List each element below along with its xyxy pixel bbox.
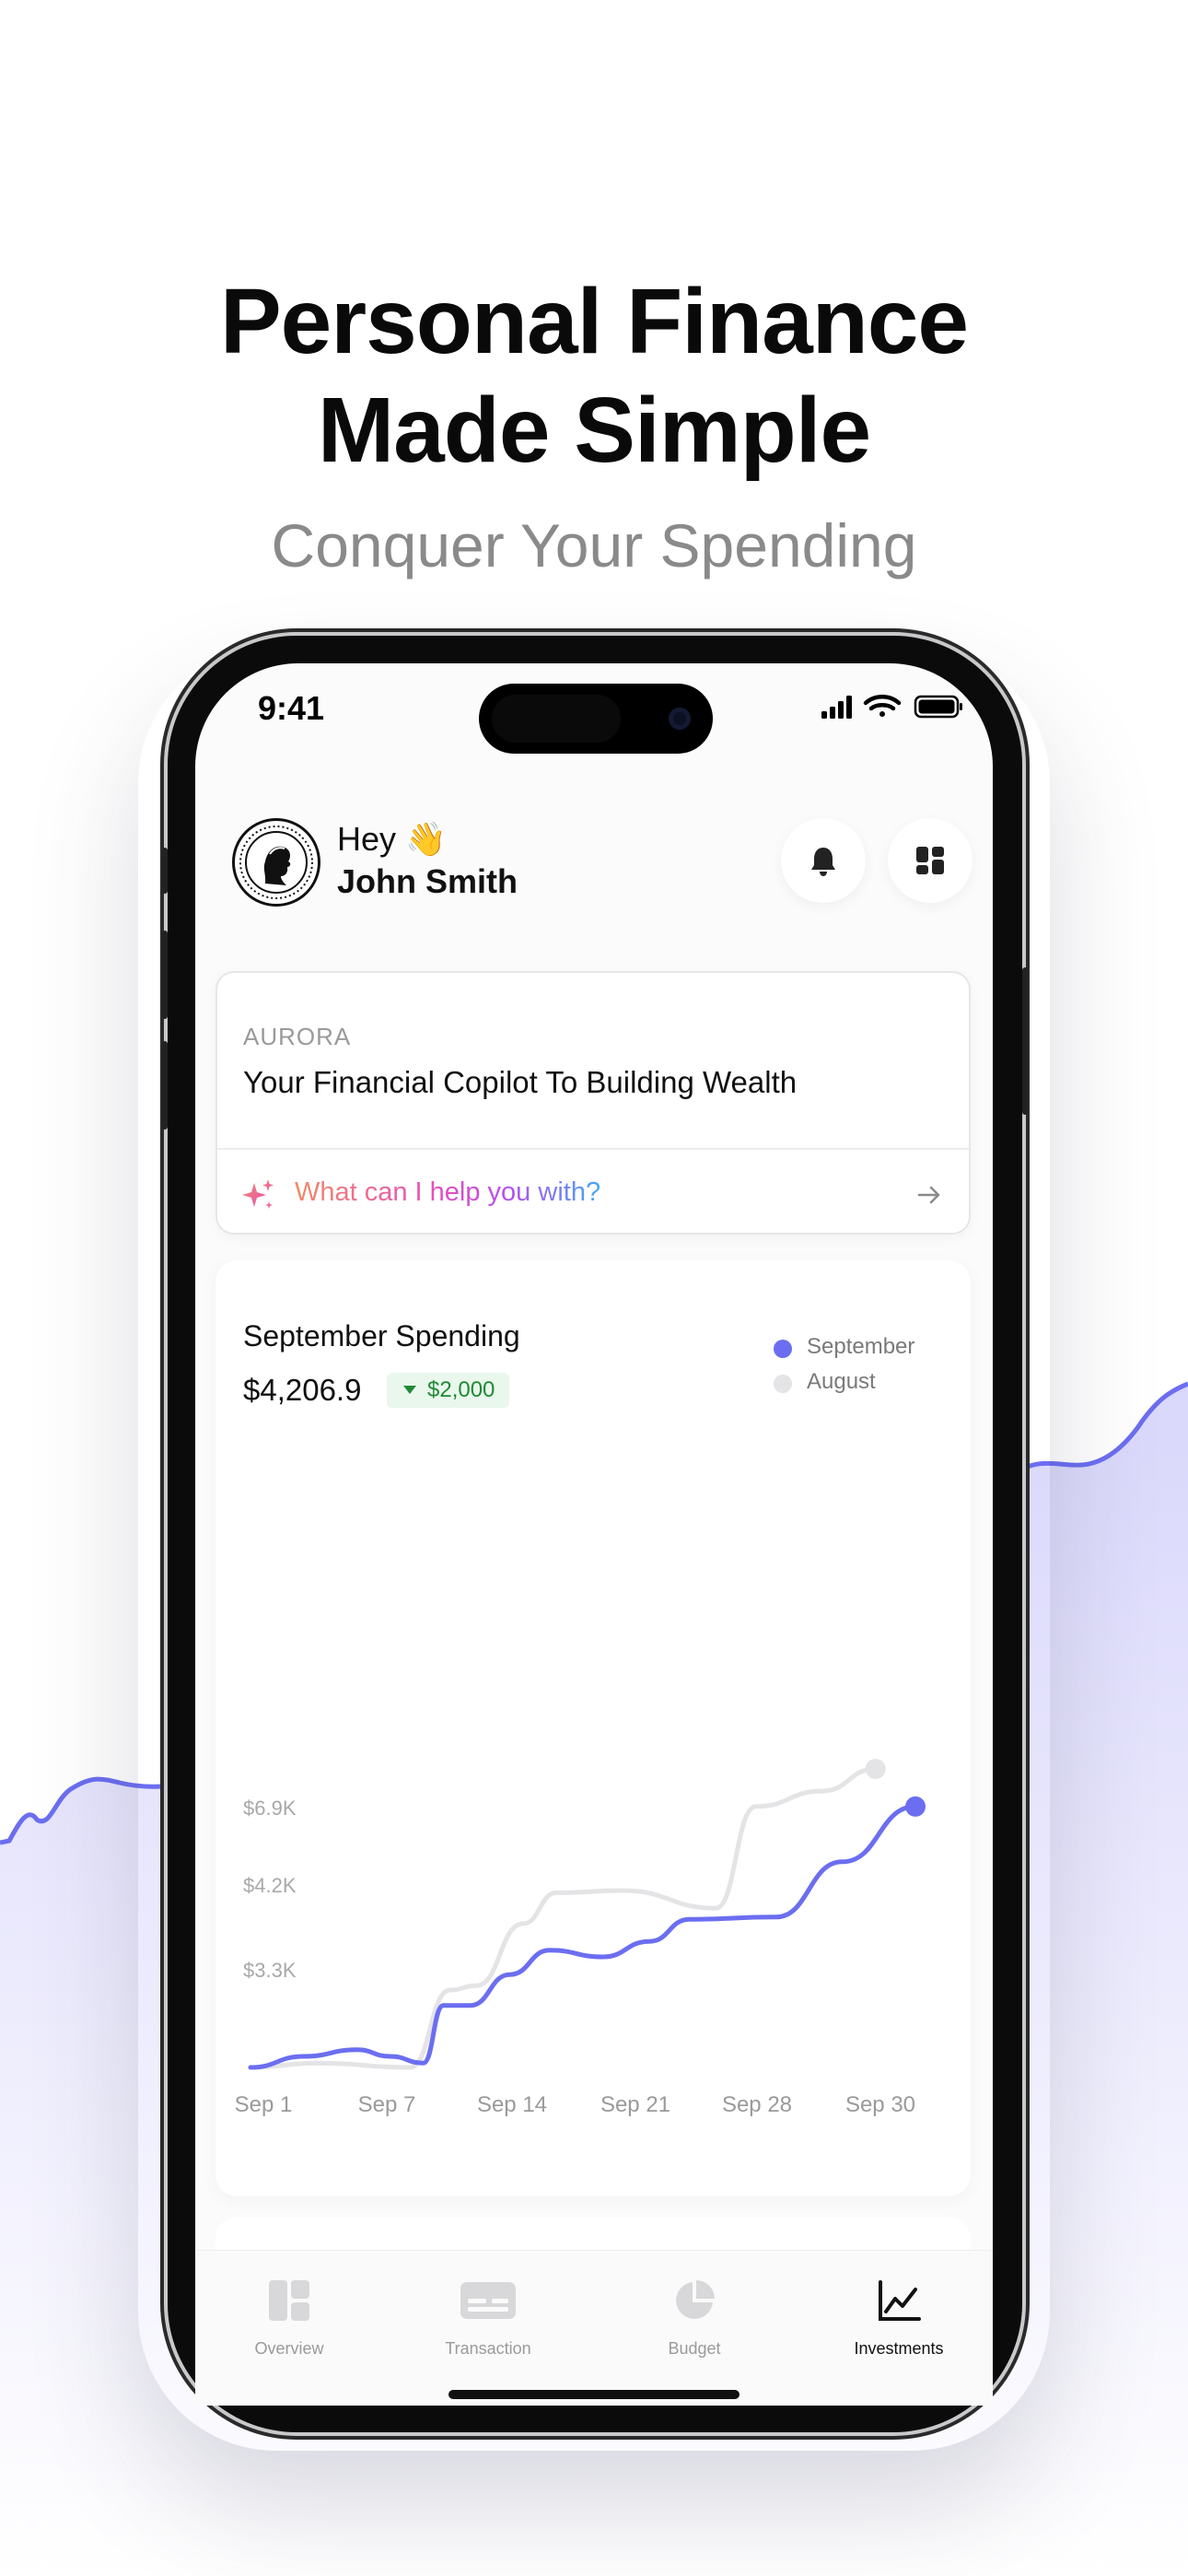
bell-icon bbox=[811, 848, 835, 876]
divider bbox=[217, 1148, 969, 1150]
phone-button-action bbox=[162, 848, 168, 894]
y-tick-label: $6.9K bbox=[243, 1797, 297, 1820]
arrow-right-icon[interactable] bbox=[915, 1181, 943, 1209]
headline-line-2: Made Simple bbox=[317, 379, 871, 482]
wifi-icon bbox=[863, 695, 902, 717]
tab-overview-label: Overview bbox=[254, 2339, 324, 2358]
tab-transaction[interactable]: Transaction bbox=[396, 2251, 580, 2361]
x-tick-label: Sep 14 bbox=[477, 2092, 547, 2117]
series-line-september bbox=[248, 1804, 918, 2070]
investments-chart-icon bbox=[879, 2280, 921, 2321]
tab-investments-label: Investments bbox=[854, 2339, 944, 2358]
phone-button-volume-up bbox=[162, 931, 168, 1019]
dashboard-button[interactable] bbox=[888, 818, 973, 903]
aurora-title: Your Financial Copilot To Building Wealt… bbox=[243, 1065, 798, 1099]
x-tick-label: Sep 30 bbox=[845, 2092, 915, 2117]
avatar[interactable] bbox=[232, 818, 320, 907]
island-sensor bbox=[492, 695, 621, 743]
series-endpoint-august bbox=[865, 1759, 886, 1779]
spending-chart: $6.9K $4.2K $3.3K Sep 1 Sep 7 Sep 14 Sep 21 Sep… bbox=[235, 1759, 926, 2117]
dynamic-island bbox=[479, 684, 713, 754]
spending-card: September Spending $4,206.9 $2,000 Septe… bbox=[215, 1260, 971, 2196]
user-name: John Smith bbox=[337, 862, 518, 900]
status-icons bbox=[821, 695, 962, 719]
sparkle-icon bbox=[242, 1179, 274, 1209]
battery-icon bbox=[914, 695, 962, 719]
tab-bar: Overview Transaction Budget Investments bbox=[195, 2250, 993, 2406]
headline: Personal Finance Made Simple bbox=[0, 267, 1188, 485]
notifications-button[interactable] bbox=[781, 818, 866, 903]
x-tick-label: Sep 7 bbox=[358, 2092, 416, 2117]
phone-button-power bbox=[1022, 967, 1028, 1115]
tab-transaction-label: Transaction bbox=[445, 2339, 531, 2358]
transaction-icon bbox=[460, 2282, 516, 2319]
status-time: 9:41 bbox=[258, 689, 325, 727]
y-tick-label: $4.2K bbox=[243, 1874, 297, 1897]
series-endpoint-september bbox=[905, 1796, 926, 1817]
x-tick-label: Sep 21 bbox=[600, 2092, 670, 2117]
front-camera bbox=[669, 708, 691, 730]
aurora-prompt[interactable]: What can I help you with? bbox=[295, 1177, 600, 1208]
aurora-card[interactable]: AURORA Your Financial Copilot To Buildin… bbox=[215, 971, 971, 1235]
tab-investments[interactable]: Investments bbox=[807, 2251, 991, 2361]
aurora-label: AURORA bbox=[243, 1023, 352, 1050]
headline-line-1: Personal Finance bbox=[219, 270, 969, 373]
subheadline: Conquer Your Spending bbox=[271, 511, 917, 580]
x-tick-label: Sep 1 bbox=[235, 2092, 293, 2117]
greeting: Hey 👋 bbox=[337, 820, 447, 858]
coin-portrait-icon bbox=[239, 825, 313, 899]
budget-pie-icon bbox=[676, 2280, 715, 2319]
y-tick-label: $3.3K bbox=[243, 1959, 297, 1982]
home-indicator[interactable] bbox=[448, 2390, 740, 2399]
signal-icon bbox=[821, 696, 852, 719]
overview-icon bbox=[269, 2280, 309, 2321]
x-tick-label: Sep 28 bbox=[722, 2092, 792, 2117]
tab-budget[interactable]: Budget bbox=[602, 2251, 786, 2361]
dashboard-grid-icon bbox=[916, 847, 944, 874]
tab-budget-label: Budget bbox=[668, 2339, 721, 2358]
tab-overview[interactable]: Overview bbox=[197, 2251, 381, 2361]
phone-button-volume-down bbox=[162, 1041, 168, 1130]
